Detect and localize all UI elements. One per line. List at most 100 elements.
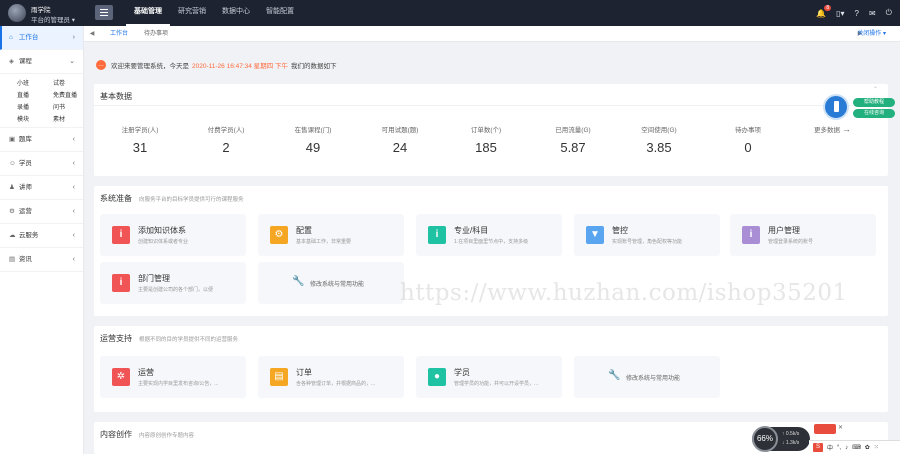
chevron-up-icon[interactable]: ⌃	[873, 86, 878, 93]
submenu-item[interactable]: 试卷	[53, 78, 83, 87]
sidebar-item-question-bank[interactable]: ▣ 题库 ‹	[0, 128, 83, 152]
sidebar-item-operations[interactable]: ⚙ 运营 ‹	[0, 200, 83, 224]
tile-department-management[interactable]: i 部门管理 主要是创建公司的各个部门，以便	[100, 262, 246, 304]
menu-toggle-button[interactable]	[95, 5, 113, 20]
avatar[interactable]	[8, 4, 26, 22]
mobile-icon[interactable]: ▯▾	[836, 9, 844, 18]
submenu-item[interactable]: 免费直播	[53, 90, 83, 99]
chat-icon[interactable]: ✉	[869, 9, 876, 18]
sidebar-item-news[interactable]: ▤ 资讯 ‹	[0, 248, 83, 272]
close-tabs-button[interactable]: 关闭操作 ▾	[857, 26, 886, 42]
sogou-icon[interactable]	[814, 424, 836, 434]
chevron-left-icon: ‹	[72, 256, 75, 263]
sidebar-item-course[interactable]: ◈ 课程 ⌄	[0, 50, 83, 74]
submenu-item[interactable]: 问书	[53, 102, 83, 111]
stat-courses[interactable]: 在售课程(门) 49	[283, 124, 343, 155]
sidebar-item-cloud[interactable]: ☁ 云服务 ‹	[0, 224, 83, 248]
stat-paid-students[interactable]: 付费学员(人) 2	[196, 124, 256, 155]
document-icon: ▤	[270, 368, 288, 386]
skin-icon[interactable]: ✿	[865, 444, 870, 451]
online-support-button[interactable]: 在线咨询	[853, 109, 895, 118]
info-icon: i	[428, 226, 446, 244]
tile-user-management[interactable]: i 用户管理 管理登录系统的账号	[730, 214, 876, 256]
top-nav-item-basic[interactable]: 基础管理	[126, 0, 170, 26]
tile-major-subject[interactable]: i 专业/科目 1.在项目里面里节点中，支持多级	[416, 214, 562, 256]
current-datetime: 2020-11-26 16:47:34 星期四 下午	[192, 63, 288, 70]
sidebar-item-students[interactable]: ☺ 学员 ‹	[0, 152, 83, 176]
help-widget-icon[interactable]	[823, 94, 849, 120]
keyboard-icon[interactable]: ⌨	[852, 444, 861, 451]
submenu-item[interactable]: 素材	[53, 114, 83, 123]
speed-percent: 66%	[752, 426, 778, 452]
wrench-icon: 🔧	[608, 370, 621, 381]
submenu-item[interactable]: 直播	[17, 90, 53, 99]
punctuation-icon[interactable]: °,	[837, 445, 841, 451]
guide-button[interactable]: 帮助教程	[853, 98, 895, 107]
chevron-left-icon: ‹	[72, 232, 75, 239]
help-icon[interactable]: ?	[855, 9, 859, 18]
chevron-left-icon: ‹	[72, 184, 75, 191]
sidebar-item-workbench[interactable]: ⌂ 工作台 ›	[0, 26, 83, 50]
top-nav: 基础管理 研究营销 数据中心 智能配置	[126, 0, 302, 26]
microphone-icon[interactable]: ♪	[845, 445, 848, 451]
submenu-item[interactable]: 录播	[17, 102, 53, 111]
top-right-icons: 🔔 8 ▯▾ ? ✉ ⏻	[816, 0, 892, 26]
ime-toolbar[interactable]: S 中 °, ♪ ⌨ ✿ ⁙	[809, 440, 900, 454]
user-name: 雨学院	[31, 7, 51, 14]
chat-bubble-icon: …	[96, 60, 106, 70]
info-icon: i	[742, 226, 760, 244]
sidebar: ⌂ 工作台 › ◈ 课程 ⌄ 小班 试卷 直播 免费直播 录播 问书 模块 素材…	[0, 26, 84, 454]
stat-registered-students[interactable]: 注册学员(人) 31	[110, 124, 170, 155]
chevron-right-icon: ›	[72, 34, 75, 41]
home-icon: ⌂	[9, 34, 13, 41]
download-speed: ↓ 1.3k/s	[782, 440, 800, 446]
chevron-left-icon: ‹	[72, 160, 75, 167]
tag-icon: ◈	[9, 58, 14, 65]
top-nav-item-config[interactable]: 智能配置	[258, 0, 302, 26]
stat-orders[interactable]: 订单数(个) 185	[456, 124, 516, 155]
tile-modify-functions[interactable]: 🔧 修改系统与常用功能	[258, 262, 404, 304]
divider	[94, 105, 888, 106]
user-menu[interactable]: 雨学院 平台的管理员 ▾	[8, 3, 88, 24]
stat-storage[interactable]: 空间使用(G) 3.85	[629, 124, 689, 155]
tile-orders[interactable]: ▤ 订单 含各种管理订单，并根据商品的，...	[258, 356, 404, 398]
tile-operation[interactable]: ✲ 运营 主要实现内学目里发布咨询/公告，...	[100, 356, 246, 398]
user-role[interactable]: 平台的管理员 ▾	[31, 14, 75, 24]
sogou-logo-icon: S	[813, 443, 823, 452]
top-bar: 雨学院 平台的管理员 ▾ 基础管理 研究营销 数据中心 智能配置 🔔 8 ▯▾ ?…	[0, 0, 900, 26]
tab-todo[interactable]: 待办事项	[136, 26, 176, 42]
stat-traffic[interactable]: 已用流量(G) 5.87	[543, 124, 603, 155]
grid-icon[interactable]: ⁙	[874, 444, 879, 451]
close-icon[interactable]: ✕	[838, 424, 846, 432]
top-nav-item-data[interactable]: 数据中心	[214, 0, 258, 26]
welcome-banner: … 欢迎来要管理系统，今天是 2020-11-26 16:47:34 星期四 下…	[96, 60, 337, 70]
ime-mode[interactable]: 中	[827, 443, 833, 452]
watermark: https://www.huzhan.com/ishop35201	[400, 280, 848, 306]
top-nav-item-marketing[interactable]: 研究营销	[170, 0, 214, 26]
network-speed-widget[interactable]: 66% ↑ 0.5k/s ↓ 1.3k/s	[752, 426, 810, 452]
submenu-item[interactable]: 小班	[17, 78, 53, 87]
user-icon: ☺	[9, 160, 16, 167]
arrow-right-icon: →	[841, 124, 851, 134]
tab-scroll-left-icon[interactable]: ◀	[86, 26, 98, 42]
tile-config[interactable]: ⚙ 配置 基本基础工作，非常重要	[258, 214, 404, 256]
sidebar-item-teachers[interactable]: ♟ 讲师 ‹	[0, 176, 83, 200]
card-title: 系统准备	[100, 194, 132, 203]
card-subtitle: 根据不同的目的学员提供不同的运营服务	[139, 337, 239, 343]
tile-knowledge-system[interactable]: i 添加知识体系 创建知识体系或者专业	[100, 214, 246, 256]
more-data-link[interactable]: 更多数据 →	[814, 124, 851, 134]
tile-students[interactable]: ● 学员 管理学员的功能，并可以开设学员，...	[416, 356, 562, 398]
stat-questions[interactable]: 可用试题(题) 24	[370, 124, 430, 155]
teacher-icon: ♟	[9, 184, 15, 191]
stat-todo[interactable]: 待办事项 0	[718, 124, 778, 155]
tab-workbench[interactable]: 工作台	[102, 26, 136, 42]
upload-speed: ↑ 0.5k/s	[782, 431, 800, 437]
tile-modify-functions[interactable]: 🔧 修改系统与常用功能	[574, 356, 720, 398]
power-icon[interactable]: ⏻	[886, 8, 892, 18]
chevron-left-icon: ‹	[72, 136, 75, 143]
bell-icon[interactable]: 🔔 8	[816, 4, 832, 18]
submenu-item[interactable]: 模块	[17, 114, 53, 123]
basic-data-card: 基本数据 注册学员(人) 31 付费学员(人) 2 在售课程(门) 49 可用试题(题…	[94, 84, 888, 176]
tile-control[interactable]: ▼ 管控 实现账号管理，角色配权等功能	[574, 214, 720, 256]
card-title: 内容创作	[100, 430, 132, 439]
